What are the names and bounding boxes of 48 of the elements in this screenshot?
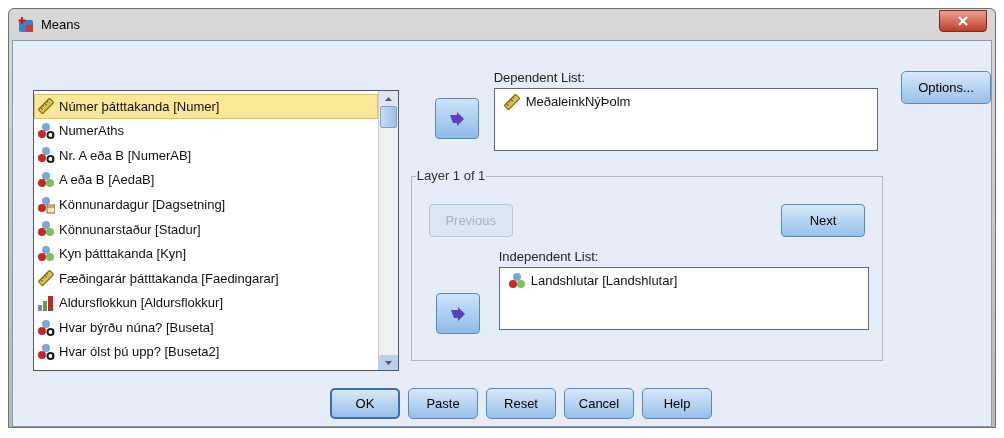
variable-item[interactable]: A eða B [AedaB] bbox=[34, 167, 378, 193]
balls-icon bbox=[37, 318, 55, 337]
dependent-list-label: Dependent List: bbox=[493, 69, 586, 87]
scrollbar[interactable] bbox=[377, 91, 398, 370]
arrow-right-icon bbox=[448, 111, 465, 126]
variable-item[interactable]: Könnunarstaður [Stadur] bbox=[34, 216, 378, 242]
dialog-button[interactable]: Reset bbox=[486, 388, 556, 419]
scroll-down-icon bbox=[384, 360, 392, 365]
close-icon bbox=[958, 15, 968, 26]
app-icon bbox=[17, 15, 35, 34]
variable-item[interactable]: Nr. A eða B [NumerAB] bbox=[34, 143, 378, 168]
variable-item[interactable]: NumerAths bbox=[34, 118, 378, 144]
layer-label: Layer 1 of 1 bbox=[415, 168, 487, 184]
scroll-up-icon bbox=[384, 96, 392, 101]
close-button[interactable] bbox=[939, 9, 987, 32]
variable-item[interactable]: Kyn þátttakanda [Kyn] bbox=[34, 241, 378, 267]
dialog-button[interactable]: Cancel bbox=[564, 388, 634, 419]
scroll-thumb[interactable] bbox=[379, 106, 397, 128]
variable-item[interactable]: Hvar býrðu núna? [Buseta] bbox=[34, 315, 378, 340]
dependent-list[interactable]: MeðaleinkNýÞolm bbox=[493, 88, 878, 151]
variable-item[interactable]: Númer þátttakanda [Numer] bbox=[34, 94, 378, 119]
options-button[interactable]: Options... bbox=[901, 71, 991, 104]
balls-icon bbox=[37, 343, 55, 362]
list-item[interactable]: Landshlutar [Landshlutar] bbox=[530, 271, 678, 291]
next-button[interactable]: Next bbox=[781, 204, 865, 237]
dialog-button[interactable]: Paste bbox=[408, 388, 478, 419]
variable-item[interactable]: Fæðingarár þátttakanda [Faedingarar] bbox=[34, 266, 378, 291]
balls-icon bbox=[37, 171, 55, 190]
move-right-button[interactable] bbox=[435, 293, 480, 334]
balls-icon bbox=[37, 146, 55, 165]
dialog-button[interactable]: OK bbox=[330, 388, 400, 419]
balls-icon bbox=[37, 220, 55, 239]
ruler-icon bbox=[37, 97, 55, 116]
independent-list[interactable]: Landshlutar [Landshlutar] bbox=[498, 267, 869, 330]
balls-icon bbox=[507, 272, 526, 290]
window-title: Means bbox=[41, 15, 81, 34]
variable-item[interactable]: Aldursflokkun [Aldursflokkur] bbox=[34, 290, 378, 316]
balls-icon bbox=[37, 195, 55, 214]
dialog-button[interactable]: Help bbox=[642, 388, 712, 419]
arrow-right-icon bbox=[449, 306, 466, 321]
variable-item[interactable]: Hvar ólst þú upp? [Buseta2] bbox=[34, 339, 378, 365]
balls-icon bbox=[37, 121, 55, 140]
independent-list-label: Independent List: bbox=[498, 248, 600, 266]
balls-icon bbox=[37, 244, 55, 263]
move-right-button[interactable] bbox=[434, 98, 479, 139]
bar-chart-icon bbox=[37, 294, 55, 313]
variable-item[interactable]: Könnunardagur [Dagsetning] bbox=[34, 192, 378, 217]
list-item[interactable]: MeðaleinkNýÞolm bbox=[525, 92, 631, 112]
